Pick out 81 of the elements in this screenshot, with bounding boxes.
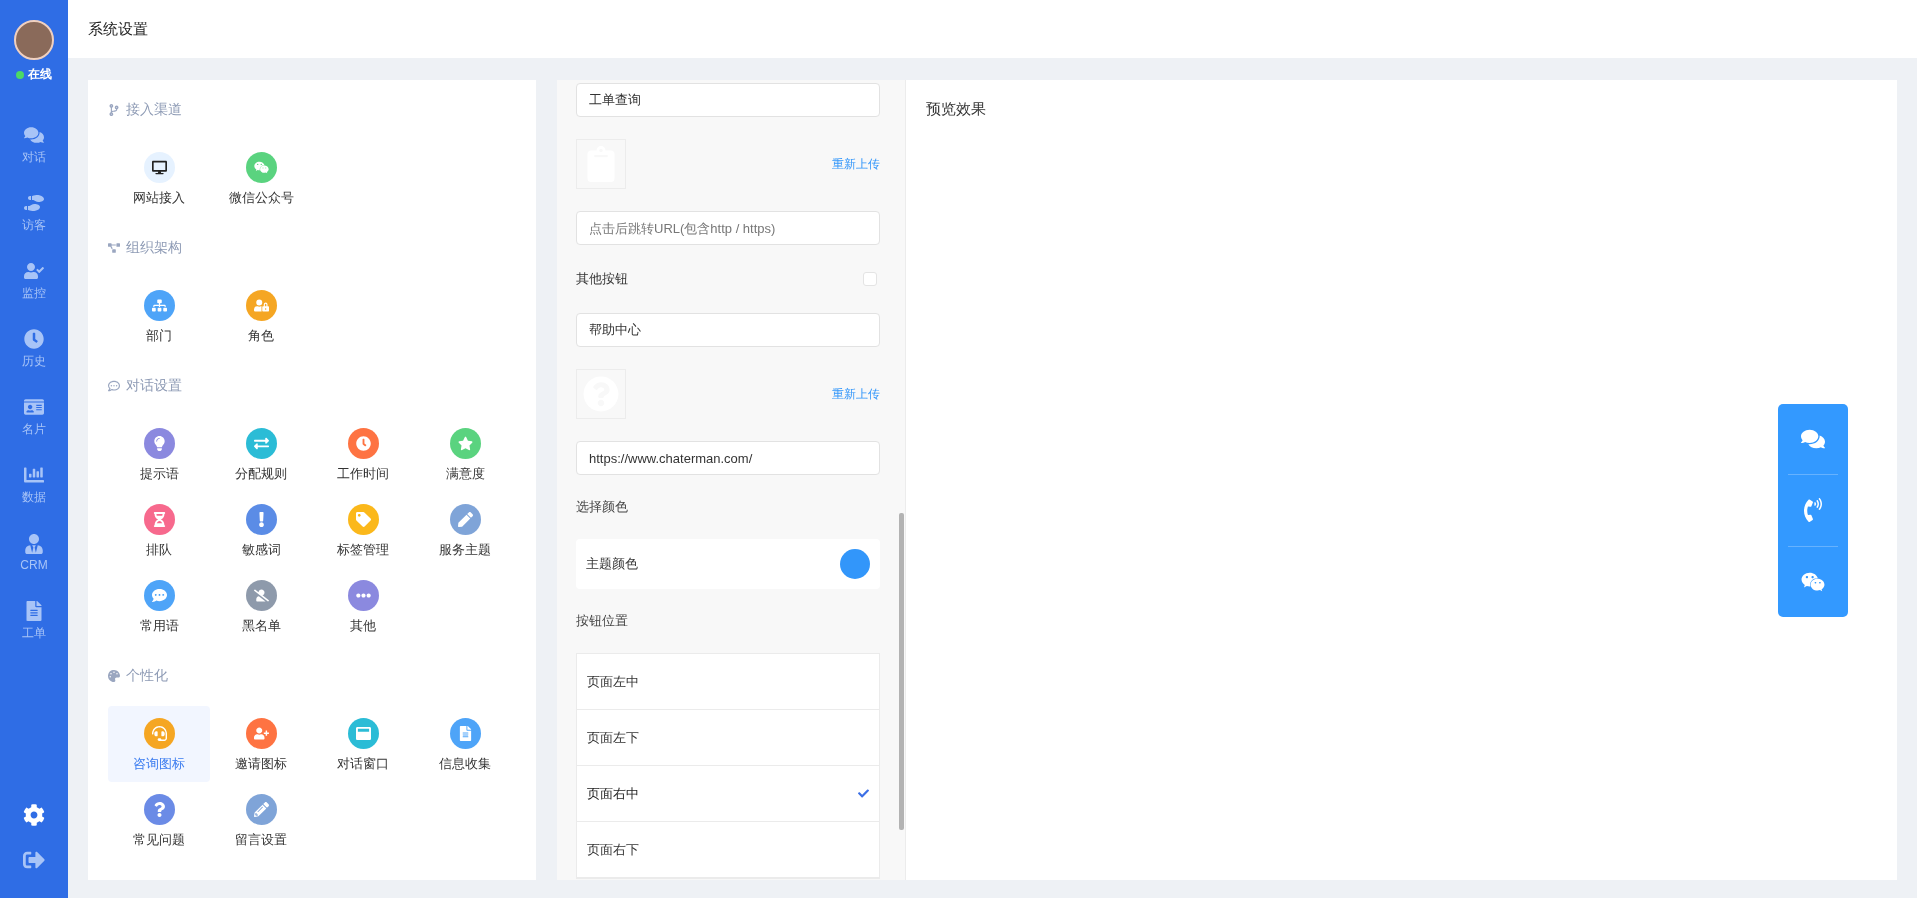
question-icon: [143, 794, 175, 825]
text-field[interactable]: https://www.chaterman.com/: [576, 441, 880, 475]
clock-icon: [347, 428, 379, 459]
tag-icon: [347, 504, 379, 535]
pen-icon: [449, 504, 481, 535]
id-card-icon: [24, 396, 44, 417]
avatar[interactable]: [14, 20, 54, 60]
exclamation-icon: [245, 504, 277, 535]
menu-item[interactable]: 网站接入: [108, 140, 210, 216]
clock-icon: [24, 328, 44, 349]
document-icon: [24, 600, 44, 621]
exchange-icon: [245, 428, 277, 459]
menu-item[interactable]: 敏感词: [210, 492, 312, 568]
more-icon: [347, 580, 379, 611]
menu-item[interactable]: 邀请图标: [210, 706, 312, 782]
section-title: 对话设置: [126, 377, 182, 395]
section-title: 接入渠道: [126, 101, 182, 119]
section-heading: 按钮位置: [576, 612, 629, 630]
menu-item[interactable]: 服务主题: [414, 492, 516, 568]
monitor-icon: [143, 152, 175, 183]
checkbox-label: 其他按钮: [576, 270, 628, 288]
document-icon: [449, 718, 481, 749]
menu-item[interactable]: 常用语: [108, 568, 210, 644]
branch-icon: [108, 104, 120, 116]
text-field[interactable]: 工单查询: [576, 83, 880, 117]
text-field[interactable]: 帮助中心: [576, 313, 880, 347]
color-label: 主题颜色: [586, 555, 638, 573]
menu-item[interactable]: 提示语: [108, 416, 210, 492]
url-field[interactable]: 点击后跳转URL(包含http / https): [576, 211, 880, 245]
menu-item[interactable]: 咨询图标: [108, 706, 210, 782]
menu-item[interactable]: 常见问题: [108, 782, 210, 858]
menu-item[interactable]: 部门: [108, 278, 210, 354]
chat-bubbles-icon: [245, 152, 277, 183]
section-title: 个性化: [126, 667, 168, 685]
headset-icon: [143, 718, 175, 749]
scrollbar-thumb[interactable]: [899, 513, 904, 830]
footprints-icon: [24, 192, 44, 213]
menu-item[interactable]: 工作时间: [312, 416, 414, 492]
user-check-icon: [24, 260, 44, 281]
status-text: 在线: [28, 66, 52, 83]
position-option[interactable]: 页面左中: [577, 654, 879, 710]
palette-icon: [108, 670, 120, 682]
menu-item[interactable]: 标签管理: [312, 492, 414, 568]
menu-item[interactable]: 对话窗口: [312, 706, 414, 782]
option-label: 页面左下: [587, 728, 639, 747]
position-option[interactable]: 页面左下: [577, 710, 879, 766]
user-blocked-icon: [245, 580, 277, 611]
menu-item[interactable]: 角色: [210, 278, 312, 354]
section-title: 组织架构: [126, 239, 182, 257]
window-icon: [347, 718, 379, 749]
comment-icon: [143, 580, 175, 611]
section-heading: 选择颜色: [576, 498, 629, 516]
user-plus-icon: [245, 718, 277, 749]
user-icon: [24, 534, 44, 554]
checkbox[interactable]: [863, 272, 877, 286]
option-label: 页面右中: [587, 784, 639, 803]
menu-item[interactable]: 留言设置: [210, 782, 312, 858]
chat-bubbles-icon: [24, 124, 44, 145]
user-lock-icon: [245, 290, 277, 321]
menu-item[interactable]: 满意度: [414, 416, 516, 492]
page-title: 系统设置: [88, 19, 148, 39]
check-icon: [858, 788, 869, 799]
diagram-icon: [108, 242, 120, 254]
menu-item[interactable]: 信息收集: [414, 706, 516, 782]
color-swatch[interactable]: [840, 549, 870, 579]
org-chart-icon: [143, 290, 175, 321]
menu-item[interactable]: 排队: [108, 492, 210, 568]
menu-item[interactable]: 微信公众号: [210, 140, 312, 216]
status-dot: [16, 70, 24, 79]
option-label: 页面左中: [587, 672, 639, 691]
menu-item[interactable]: 黑名单: [210, 568, 312, 644]
pencil-icon: [245, 794, 277, 825]
lightbulb-icon: [143, 428, 175, 459]
position-option[interactable]: 页面右中: [577, 766, 879, 822]
position-option[interactable]: 页面右下: [577, 822, 879, 878]
menu-item[interactable]: 分配规则: [210, 416, 312, 492]
comment-icon: [108, 380, 120, 392]
menu-item[interactable]: 其他: [312, 568, 414, 644]
preview-title: 预览效果: [926, 100, 987, 119]
option-label: 页面右下: [587, 840, 639, 859]
hourglass-icon: [143, 504, 175, 535]
